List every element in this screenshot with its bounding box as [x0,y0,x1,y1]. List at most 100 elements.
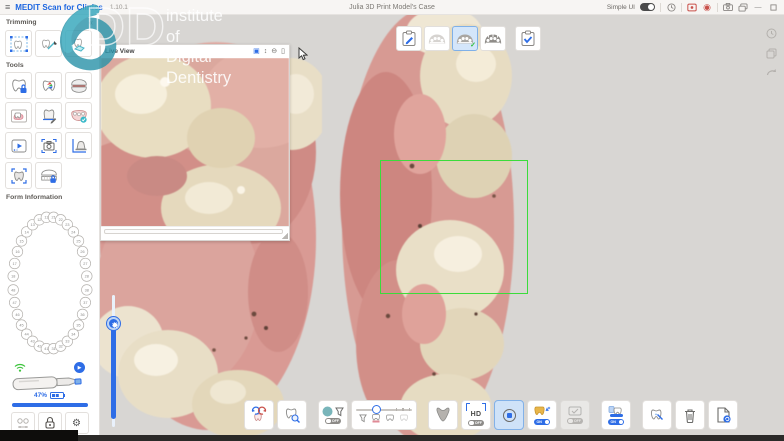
live-view-footer [101,226,289,240]
svg-text:26: 26 [80,250,84,254]
svg-text:43: 43 [30,340,34,344]
reset-data-button[interactable] [708,400,738,430]
tool-replay-button[interactable] [5,132,32,159]
bottom-dark-strip-left [0,430,78,441]
scan-history-slider[interactable] [108,295,118,427]
stage-maxilla-button[interactable] [424,26,450,51]
hd-toggle[interactable]: OFF [468,420,484,426]
menu-icon[interactable]: ≡ [5,2,10,12]
stage-form-info-button[interactable] [396,26,422,51]
tool-denture-check-button[interactable] [65,102,92,129]
filter-funnel-icon [359,414,367,423]
maximize-icon[interactable] [768,2,778,12]
scan-viewport[interactable]: Live View ▣ ↕ ⊖ ▯ [100,14,784,441]
delete-button[interactable] [675,400,705,430]
history-clock-icon[interactable] [666,2,676,12]
trim-line-button[interactable] [35,30,62,57]
tooth-25[interactable]: 25 [73,236,84,247]
trim-selection-button[interactable] [5,30,32,57]
color-filter-toggle[interactable]: ON [534,419,550,425]
tooth-18[interactable]: 18 [7,271,18,282]
tooth-28[interactable]: 28 [81,271,92,282]
color-filter-button[interactable]: ON [527,400,557,430]
hd-label: HD [471,411,482,418]
soft-tissue-filter-button[interactable]: OFF [318,400,348,430]
detach-panel-icon[interactable]: ⊖ [271,48,277,55]
stage-occlusion-button[interactable] [480,26,506,51]
move-panel-icon[interactable]: ↕ [264,48,268,55]
tooth-26[interactable]: 26 [77,246,88,257]
hd-mode-button[interactable]: HD OFF [461,400,491,430]
tooth-47[interactable]: 47 [9,297,20,308]
svg-text:37: 37 [83,301,87,305]
simple-ui-toggle[interactable] [640,3,655,11]
simple-ui-label: Simple UI [607,4,635,11]
tool-model-base-button[interactable] [65,132,92,159]
copy-view-icon[interactable] [766,48,777,59]
filter-level-group [351,400,417,430]
aux-toggle[interactable]: OFF [567,418,583,424]
divider [681,3,682,12]
history-icon[interactable] [766,28,777,39]
screenshot-camera-icon[interactable] [723,2,733,12]
smart-fill-button[interactable] [642,400,672,430]
tooth-27[interactable]: 27 [80,258,91,269]
windows-layers-icon[interactable] [738,2,748,12]
dock-panel-icon[interactable]: ▯ [281,48,285,55]
svg-text:28: 28 [84,275,88,279]
filter-teeth-gum-icon[interactable] [371,413,381,423]
live-view-scrollbar[interactable] [104,229,283,234]
filter-level-slider[interactable] [356,409,412,411]
tooth-37[interactable]: 37 [80,297,91,308]
sidebar-collapse-icon[interactable]: « [89,18,93,27]
tooth-36[interactable]: 36 [77,309,88,320]
screen-record-icon[interactable] [687,2,697,12]
svg-text:33: 33 [65,340,69,344]
tool-scan-box-button[interactable] [5,162,32,189]
minimize-icon[interactable]: — [753,2,763,12]
tool-color-scan-button[interactable] [35,72,62,99]
aux-device-button[interactable]: OFF [560,400,590,430]
stage-mandible-button[interactable]: ✓ [452,26,478,51]
filter-level-handle[interactable] [372,405,381,414]
resize-grip[interactable] [282,233,288,239]
soft-tissue-filter-toggle[interactable]: OFF [325,418,341,424]
tool-teeth-lock-button[interactable] [35,162,62,189]
slider-fill [111,323,116,419]
tooth-35[interactable]: 35 [73,320,84,331]
record-button-icon[interactable]: ◉ [702,2,712,12]
redo-view-icon[interactable] [766,68,777,79]
svg-text:48: 48 [11,288,15,292]
tooth-46[interactable]: 46 [12,309,23,320]
root-scan-button[interactable] [428,400,458,430]
bottom-dark-strip [0,435,784,441]
svg-text:14: 14 [24,230,28,234]
tools-grid [0,71,102,190]
live-view-title: Live View [105,48,135,55]
svg-text:22: 22 [58,218,62,222]
tool-lock-data-button[interactable] [5,72,32,99]
scan-region-selection-box[interactable] [380,160,528,294]
live-camera-icon[interactable]: ▣ [253,48,260,55]
filter-tooth-only-icon[interactable] [399,413,409,423]
trimming-section-label: Trimming [6,19,37,26]
tooth-48[interactable]: 48 [7,285,18,296]
tooth-38[interactable]: 38 [81,285,92,296]
tool-margin-line-button[interactable] [35,102,62,129]
stage-complete-button[interactable] [515,26,541,51]
svg-text:13: 13 [30,223,34,227]
inspect-tooth-button[interactable] [277,400,307,430]
base-lock-button[interactable]: ON [601,400,631,430]
slider-handle[interactable] [107,317,120,330]
tool-occlusion-button[interactable] [65,72,92,99]
svg-text:41: 41 [44,347,48,351]
tool-capture-button[interactable] [35,132,62,159]
tool-trim-region-button[interactable] [5,102,32,129]
base-lock-toggle[interactable]: ON [608,419,624,425]
filter-teeth-icon[interactable] [385,413,395,423]
stop-scan-button[interactable] [494,400,524,430]
undo-redo-button[interactable] [244,400,274,430]
tooth-16[interactable]: 16 [12,246,23,257]
tooth-17[interactable]: 17 [9,258,20,269]
trim-polygon-button[interactable] [65,30,92,57]
